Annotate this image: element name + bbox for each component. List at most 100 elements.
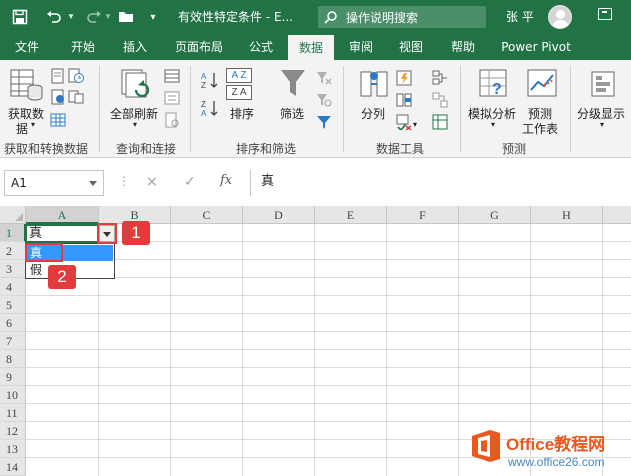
column-header-f[interactable]: F: [387, 206, 459, 224]
open-folder-icon[interactable]: [116, 6, 138, 28]
queries-connections-icon[interactable]: [164, 68, 180, 84]
redo-dropdown-icon[interactable]: ▾: [104, 6, 112, 28]
get-data-dropdown-icon[interactable]: ▾: [31, 120, 35, 129]
callout-1: 1: [122, 221, 150, 245]
text-to-columns-label[interactable]: 分列: [361, 105, 385, 122]
tab-home[interactable]: 开始: [62, 34, 104, 60]
name-box-value: A1: [11, 176, 27, 190]
advanced-filter-icon[interactable]: [316, 114, 332, 130]
tab-page-layout[interactable]: 页面布局: [166, 34, 232, 60]
tab-formulas[interactable]: 公式: [240, 34, 282, 60]
column-header-h[interactable]: H: [531, 206, 603, 224]
filter-icon[interactable]: [280, 68, 306, 98]
from-web-icon[interactable]: [50, 89, 66, 105]
row-header-13[interactable]: 13: [0, 440, 26, 458]
relationships-icon[interactable]: [432, 92, 448, 108]
insert-function-icon[interactable]: fx: [220, 173, 232, 188]
consolidate-icon[interactable]: [432, 70, 448, 86]
cancel-icon[interactable]: ×: [146, 174, 158, 190]
sort-descending-icon[interactable]: ZA: [200, 98, 220, 118]
save-icon[interactable]: [10, 6, 30, 28]
row-header-11[interactable]: 11: [0, 404, 26, 422]
refresh-all-dropdown-icon[interactable]: ▾: [133, 120, 137, 129]
row-header-14[interactable]: 14: [0, 458, 26, 476]
callout-highlight-1: [97, 223, 117, 244]
data-validation-icon[interactable]: [396, 114, 412, 130]
svg-text:A: A: [201, 72, 207, 81]
row-header-2[interactable]: 2: [0, 242, 26, 260]
avatar[interactable]: [548, 5, 572, 29]
tab-insert[interactable]: 插入: [114, 34, 156, 60]
forecast-sheet-label-2[interactable]: 工作表: [522, 120, 558, 137]
select-all-corner[interactable]: [0, 206, 26, 224]
sort-ascending-icon[interactable]: AZ: [200, 70, 220, 90]
what-if-analysis-icon[interactable]: ?: [478, 68, 510, 100]
tab-review[interactable]: 审阅: [340, 34, 382, 60]
get-data-icon[interactable]: [9, 68, 45, 102]
remove-duplicates-icon[interactable]: [396, 92, 412, 108]
watermark-url: www.office26.com: [508, 455, 605, 469]
data-validation-dropdown-icon[interactable]: ▾: [413, 120, 417, 129]
row-header-9[interactable]: 9: [0, 368, 26, 386]
row-header-5[interactable]: 5: [0, 296, 26, 314]
ribbon-display-options-icon[interactable]: [598, 8, 612, 20]
callout-2: 2: [48, 265, 76, 289]
tab-help[interactable]: 帮助: [442, 34, 484, 60]
get-data-label-2[interactable]: 据: [16, 120, 28, 137]
group-forecast-label: 预测: [502, 142, 527, 156]
column-header-g[interactable]: G: [459, 206, 531, 224]
row-header-6[interactable]: 6: [0, 314, 26, 332]
sort-label[interactable]: 排序: [230, 105, 254, 122]
column-header-e[interactable]: E: [315, 206, 387, 224]
manage-data-model-icon[interactable]: [432, 114, 448, 130]
recent-sources-icon[interactable]: [68, 68, 84, 84]
row-header-7[interactable]: 7: [0, 332, 26, 350]
customize-toolbar-icon[interactable]: ▾: [146, 6, 160, 28]
svg-text:?: ?: [492, 81, 502, 98]
undo-dropdown-icon[interactable]: ▾: [66, 6, 76, 28]
ribbon: 获取数 据 ▾ 获取和转换数据 全部刷新 ▾ 查询和连接 AZ ZA A Z Z…: [0, 60, 631, 158]
outline-icon[interactable]: [590, 70, 616, 98]
tab-file[interactable]: 文件: [8, 34, 46, 60]
group-get-transform-label: 获取和转换数据: [4, 142, 89, 156]
name-box[interactable]: A1: [4, 170, 104, 196]
sort-icon[interactable]: A Z Z A: [226, 68, 254, 102]
enter-icon[interactable]: ✓: [184, 174, 196, 190]
outline-dropdown-icon[interactable]: ▾: [600, 120, 604, 129]
existing-connections-icon[interactable]: [68, 89, 84, 105]
watermark-brand: Office教程网: [506, 435, 606, 454]
flash-fill-icon[interactable]: [396, 70, 412, 86]
tab-data[interactable]: 数据: [288, 34, 334, 60]
formula-input[interactable]: 真: [250, 170, 631, 196]
column-header-a[interactable]: A: [26, 206, 99, 224]
reapply-filter-icon[interactable]: [316, 92, 332, 108]
user-name[interactable]: 张 平: [506, 8, 534, 25]
filter-label[interactable]: 筛选: [280, 105, 304, 122]
row-header-8[interactable]: 8: [0, 350, 26, 368]
text-to-columns-icon[interactable]: [358, 68, 390, 100]
row-header-3[interactable]: 3: [0, 260, 26, 278]
column-header-d[interactable]: D: [243, 206, 315, 224]
what-if-dropdown-icon[interactable]: ▾: [491, 120, 495, 129]
group-sort-filter-label: 排序和筛选: [236, 142, 297, 156]
column-header-i[interactable]: [603, 206, 631, 224]
clear-filter-icon[interactable]: [316, 70, 332, 86]
edit-links-icon[interactable]: [164, 112, 180, 128]
undo-icon[interactable]: [44, 6, 64, 28]
tab-view[interactable]: 视图: [390, 34, 432, 60]
column-header-c[interactable]: C: [171, 206, 243, 224]
forecast-sheet-icon[interactable]: [526, 68, 558, 100]
properties-icon[interactable]: [164, 90, 180, 106]
from-table-icon[interactable]: [50, 112, 66, 128]
row-header-12[interactable]: 12: [0, 422, 26, 440]
row-header-10[interactable]: 10: [0, 386, 26, 404]
tab-power-pivot[interactable]: Power Pivot: [496, 34, 576, 60]
refresh-all-icon[interactable]: [120, 68, 154, 102]
from-text-icon[interactable]: [50, 68, 66, 84]
name-box-dropdown-icon[interactable]: [89, 181, 97, 186]
tell-me-search[interactable]: 操作说明搜索: [318, 6, 486, 28]
row-header-1[interactable]: 1: [0, 224, 26, 242]
row-header-4[interactable]: 4: [0, 278, 26, 296]
active-cell-a1[interactable]: 真: [25, 224, 99, 243]
redo-icon[interactable]: [84, 6, 104, 28]
